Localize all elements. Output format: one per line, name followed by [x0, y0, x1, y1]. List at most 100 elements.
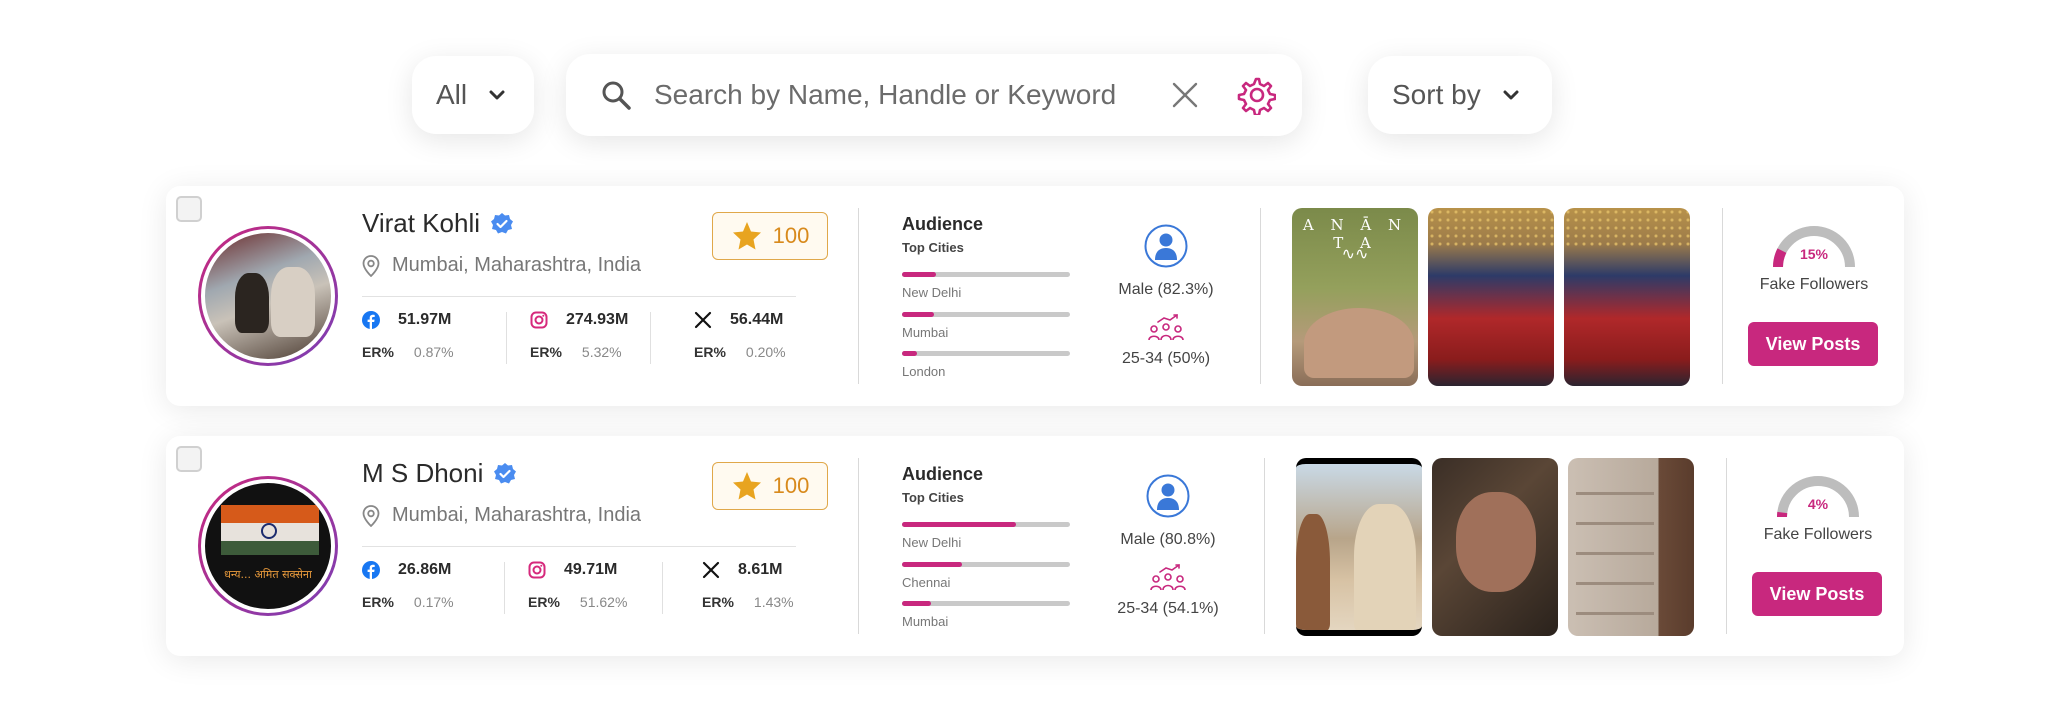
x-stats: 8.61M ER% 1.43%	[702, 558, 794, 618]
verified-badge-icon	[494, 462, 517, 483]
section-divider	[1260, 208, 1261, 384]
male-user-icon	[1146, 474, 1190, 518]
age-stat: 25-34 (50%)	[1096, 314, 1236, 368]
post-logo-mark: ∿∿	[1341, 246, 1369, 263]
audience-subtitle: Top Cities	[902, 490, 964, 505]
age-group-icon	[1148, 314, 1184, 341]
divider	[362, 296, 796, 297]
age-group-icon	[1150, 564, 1186, 591]
filter-dropdown[interactable]: All	[412, 56, 534, 134]
fake-followers-gauge: 15%	[1769, 222, 1859, 270]
star-icon	[732, 472, 761, 500]
post-thumbnail[interactable]	[1432, 458, 1558, 636]
facebook-followers: 26.86M	[398, 561, 452, 578]
section-divider	[858, 208, 859, 384]
city-bar-fill	[902, 601, 931, 606]
fake-followers: 4% Fake Followers	[1748, 472, 1888, 544]
score-badge: 100	[712, 212, 828, 260]
influencer-name[interactable]: Virat Kohli	[362, 208, 514, 239]
x-followers: 8.61M	[738, 561, 783, 578]
instagram-er: 5.32%	[581, 344, 622, 360]
gender-text: Male (82.3%)	[1118, 281, 1214, 298]
post-thumbnail[interactable]	[1428, 208, 1554, 386]
post-thumbnail[interactable]	[1296, 458, 1422, 636]
city-name: Mumbai	[902, 325, 949, 340]
city-bar-fill	[902, 272, 936, 277]
x-er: 0.20%	[745, 344, 786, 360]
gender-stat: Male (80.8%)	[1098, 474, 1238, 549]
search-bar	[566, 54, 1302, 136]
name-text: M S Dhoni	[362, 458, 484, 488]
sort-dropdown[interactable]: Sort by	[1368, 56, 1552, 134]
close-icon[interactable]	[1170, 80, 1200, 110]
city-bar-fill	[902, 562, 963, 567]
fake-followers-label: Fake Followers	[1759, 276, 1869, 293]
facebook-icon	[362, 311, 380, 329]
select-checkbox[interactable]	[176, 196, 202, 222]
facebook-er: 0.87%	[413, 344, 454, 360]
city-name: New Delhi	[902, 285, 962, 300]
influencer-card: धन्य... अमित सक्सेना M S Dhoni Mumbai, M…	[166, 436, 1904, 656]
search-icon	[602, 81, 631, 110]
post-thumbnail[interactable]: A N Ā N T A ∿∿	[1292, 208, 1418, 386]
fake-followers-pct: 4%	[1807, 496, 1829, 512]
search-input[interactable]	[654, 79, 1154, 111]
city-bar: Chennai	[902, 562, 1070, 590]
x-icon	[702, 561, 720, 579]
score-value: 100	[772, 473, 810, 498]
city-bar-fill	[902, 351, 918, 356]
stat-separator	[504, 562, 505, 614]
facebook-followers: 51.97M	[398, 311, 452, 328]
facebook-er: 0.17%	[413, 594, 454, 610]
section-divider	[1722, 208, 1723, 384]
location-pin-icon	[362, 254, 380, 277]
section-divider	[1264, 458, 1265, 634]
city-bar-fill	[902, 522, 1017, 527]
instagram-stats: 274.93M ER% 5.32%	[530, 308, 628, 368]
er-label: ER%	[702, 594, 734, 610]
view-posts-button[interactable]: View Posts	[1748, 322, 1878, 366]
location: Mumbai, Maharashtra, India	[362, 254, 641, 277]
select-checkbox[interactable]	[176, 446, 202, 472]
city-bar-fill	[902, 312, 934, 317]
age-text: 25-34 (50%)	[1121, 350, 1211, 367]
avatar-caption: धन्य... अमित सक्सेना	[224, 568, 312, 581]
influencer-name[interactable]: M S Dhoni	[362, 458, 517, 489]
instagram-followers: 49.71M	[564, 561, 618, 578]
male-user-icon	[1144, 224, 1188, 268]
fake-followers-label: Fake Followers	[1763, 526, 1873, 543]
verified-badge-icon	[491, 212, 514, 233]
er-label: ER%	[694, 344, 726, 360]
influencer-card: Virat Kohli Mumbai, Maharashtra, India 1…	[166, 186, 1904, 406]
x-stats: 56.44M ER% 0.20%	[694, 308, 786, 368]
audience-title: Audience	[902, 214, 984, 234]
chevron-down-icon	[489, 90, 505, 100]
view-posts-button[interactable]: View Posts	[1752, 572, 1882, 616]
audience-subtitle: Top Cities	[902, 240, 964, 255]
score-badge: 100	[712, 462, 828, 510]
er-label: ER%	[530, 344, 562, 360]
chevron-down-icon	[1503, 90, 1519, 100]
fake-followers: 15% Fake Followers	[1744, 222, 1884, 294]
gender-stat: Male (82.3%)	[1096, 224, 1236, 299]
fake-followers-gauge: 4%	[1773, 472, 1863, 520]
x-followers: 56.44M	[730, 311, 784, 328]
stat-separator	[662, 562, 663, 614]
sort-label: Sort by	[1392, 79, 1481, 110]
stat-separator	[650, 312, 651, 364]
gender-text: Male (80.8%)	[1120, 531, 1216, 548]
name-text: Virat Kohli	[362, 208, 481, 238]
avatar	[198, 226, 338, 366]
post-thumbnail[interactable]	[1564, 208, 1690, 386]
post-thumbnail[interactable]	[1568, 458, 1694, 636]
location-text: Mumbai, Maharashtra, India	[392, 504, 642, 526]
section-divider	[1726, 458, 1727, 634]
age-text: 25-34 (54.1%)	[1117, 600, 1219, 617]
er-label: ER%	[528, 594, 560, 610]
location-pin-icon	[362, 504, 380, 527]
city-bar: New Delhi	[902, 272, 1070, 300]
instagram-icon	[530, 311, 548, 329]
x-er: 1.43%	[753, 594, 794, 610]
gear-icon[interactable]	[1236, 75, 1276, 115]
age-stat: 25-34 (54.1%)	[1098, 564, 1238, 618]
